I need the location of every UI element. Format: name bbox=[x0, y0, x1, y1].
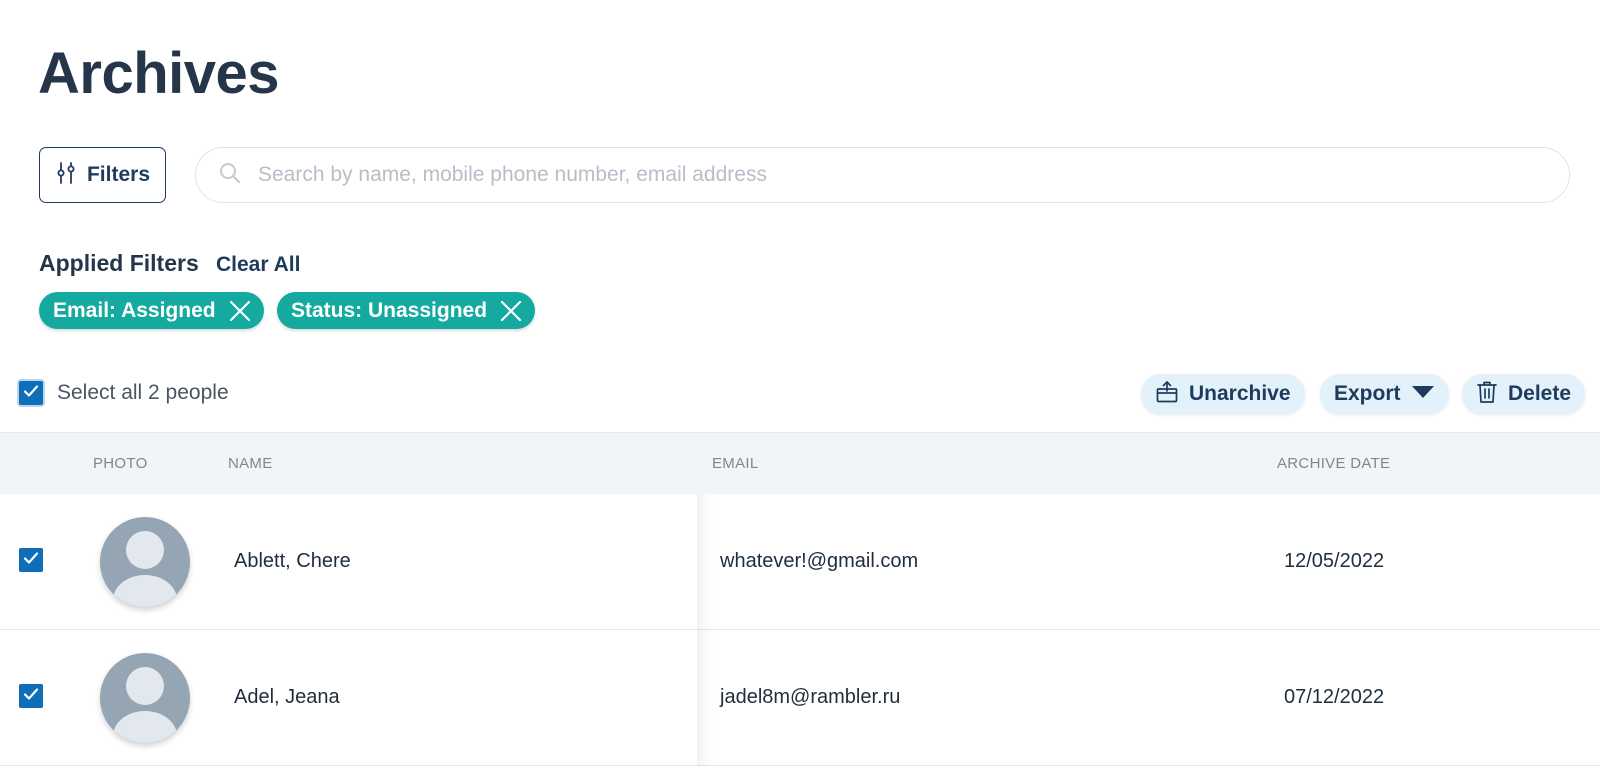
cell-name: Ablett, Chere bbox=[234, 550, 351, 572]
row-checkbox[interactable] bbox=[19, 684, 43, 708]
close-icon[interactable] bbox=[228, 299, 252, 323]
delete-button[interactable]: Delete bbox=[1462, 374, 1586, 414]
row-checkbox[interactable] bbox=[19, 548, 43, 572]
cell-archive-date: 12/05/2022 bbox=[1284, 550, 1385, 572]
column-divider bbox=[697, 494, 713, 630]
column-header-name[interactable]: NAME bbox=[228, 455, 273, 472]
close-icon[interactable] bbox=[499, 299, 523, 323]
cell-name: Adel, Jeana bbox=[234, 686, 340, 708]
checkmark-icon bbox=[22, 549, 40, 572]
checkmark-icon bbox=[22, 382, 40, 405]
select-all: Select all 2 people bbox=[19, 381, 229, 405]
unarchive-box-icon bbox=[1155, 380, 1179, 409]
filters-button-label: Filters bbox=[86, 163, 151, 186]
delete-button-label: Delete bbox=[1508, 382, 1572, 405]
column-header-photo: PHOTO bbox=[93, 455, 148, 472]
column-header-archive-date[interactable]: ARCHIVE DATE bbox=[1277, 455, 1390, 472]
export-button-label: Export bbox=[1334, 382, 1401, 405]
table-row[interactable]: Ablett, Chere whatever!@gmail.com 12/05/… bbox=[0, 494, 1600, 630]
checkmark-icon bbox=[22, 685, 40, 708]
cell-email: whatever!@gmail.com bbox=[720, 550, 919, 572]
caret-down-icon bbox=[1411, 384, 1435, 405]
search-input[interactable] bbox=[258, 163, 1569, 187]
filters-button[interactable]: Filters bbox=[39, 147, 166, 203]
filter-chip-label: Status: Unassigned bbox=[291, 298, 488, 322]
table-header: PHOTO NAME EMAIL ARCHIVE DATE bbox=[0, 432, 1600, 494]
select-all-label: Select all 2 people bbox=[57, 381, 229, 404]
user-placeholder-icon bbox=[100, 653, 190, 743]
filter-chip-label: Email: Assigned bbox=[53, 298, 216, 322]
applied-filters-label: Applied Filters bbox=[39, 250, 199, 276]
trash-icon bbox=[1476, 380, 1498, 409]
filter-chip-email: Email: Assigned bbox=[39, 292, 264, 329]
export-button[interactable]: Export bbox=[1320, 374, 1449, 414]
cell-archive-date: 07/12/2022 bbox=[1284, 686, 1385, 708]
page-title: Archives bbox=[38, 41, 280, 106]
unarchive-button[interactable]: Unarchive bbox=[1141, 374, 1305, 414]
table-row[interactable]: Adel, Jeana jadel8m@rambler.ru 07/12/202… bbox=[0, 630, 1600, 766]
clear-all-link[interactable]: Clear All bbox=[216, 253, 300, 277]
column-header-email[interactable]: EMAIL bbox=[712, 455, 759, 472]
search-box bbox=[195, 147, 1570, 203]
select-all-checkbox[interactable] bbox=[19, 381, 43, 405]
user-placeholder-icon bbox=[100, 517, 190, 607]
cell-email: jadel8m@rambler.ru bbox=[720, 686, 901, 708]
sliders-icon bbox=[55, 161, 77, 190]
unarchive-button-label: Unarchive bbox=[1189, 382, 1291, 405]
search-icon bbox=[218, 161, 242, 190]
column-divider bbox=[697, 630, 713, 766]
filter-chip-status: Status: Unassigned bbox=[277, 292, 536, 329]
